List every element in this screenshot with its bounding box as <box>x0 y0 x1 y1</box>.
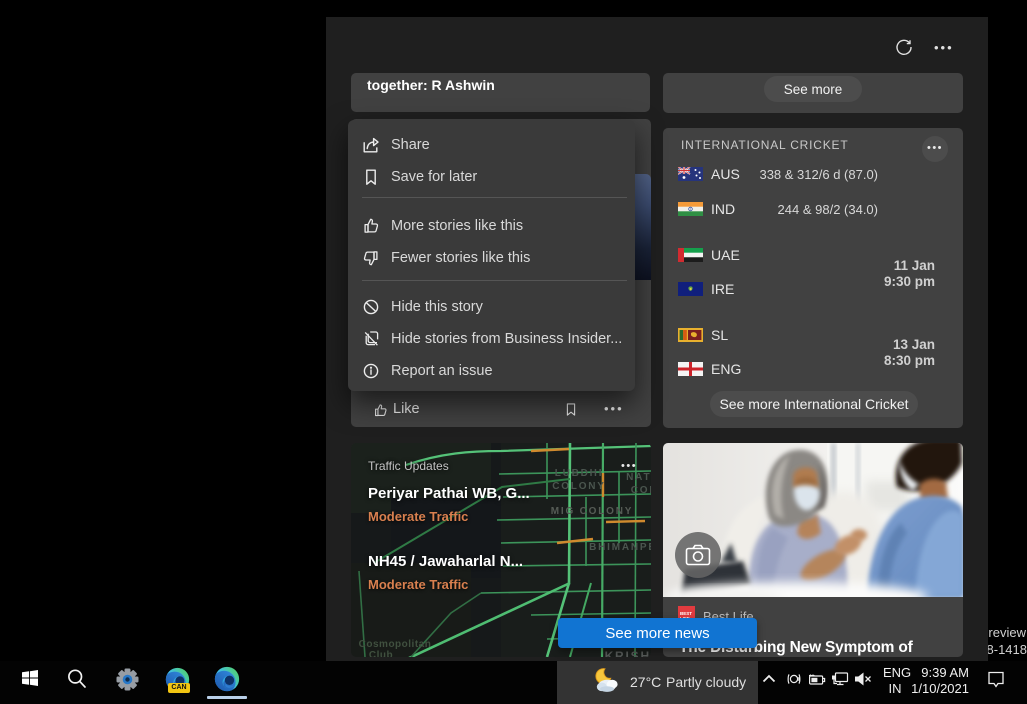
svg-text:MIG COLONY: MIG COLONY <box>551 506 633 517</box>
svg-text:LUBDHI: LUBDHI <box>555 468 604 479</box>
svg-text:COL: COL <box>631 485 651 496</box>
svg-text:BHIMANPE: BHIMANPE <box>589 542 651 553</box>
svg-text:Cosmopolitan: Cosmopolitan <box>359 639 432 650</box>
svg-text:Club: Club <box>369 650 393 657</box>
svg-text:KRISHN: KRISHN <box>605 649 651 657</box>
svg-text:COLONY: COLONY <box>552 481 606 492</box>
svg-text:NATE: NATE <box>626 472 651 483</box>
